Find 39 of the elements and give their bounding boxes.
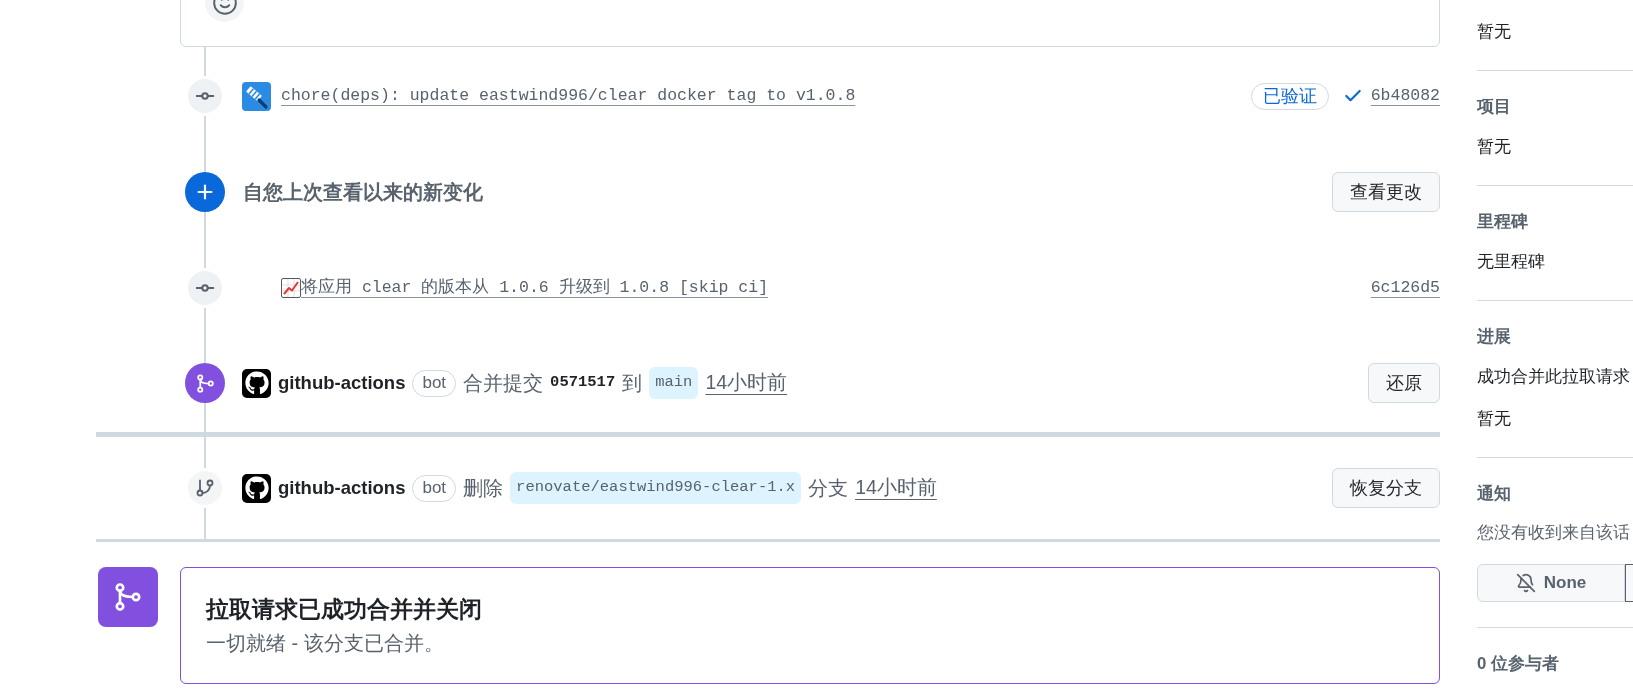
commit-sha-link[interactable]: 6b48082 (1370, 83, 1440, 109)
new-changes-heading: 自您上次查看以来的新变化 (243, 180, 483, 205)
actor-link[interactable]: github-actions (278, 369, 406, 397)
branch-suffix-text: 分支 (808, 476, 849, 501)
branch-name-link[interactable]: main (649, 367, 699, 399)
restore-branch-button[interactable]: 恢复分支 (1332, 468, 1440, 508)
notification-description: 您没有收到来自该话 (1477, 522, 1631, 544)
sidebar-value: 暂无 (1477, 136, 1512, 158)
sidebar-heading: 进展 (1477, 326, 1512, 348)
timestamp-link[interactable]: 14小时前 (705, 368, 788, 398)
branch-name-link[interactable]: renovate/eastwind996-clear-1.x (510, 472, 802, 504)
merge-status-description: 一切就绪 - 该分支已合并。 (206, 631, 445, 656)
sidebar-value: 暂无 (1477, 21, 1512, 43)
notification-menu-button[interactable] (1625, 564, 1633, 602)
actor-link[interactable]: github-actions (278, 474, 406, 502)
sidebar-heading: 通知 (1477, 483, 1512, 505)
connector-text: 到 (622, 371, 643, 396)
plus-icon (185, 172, 225, 212)
sidebar-heading: 项目 (1477, 96, 1512, 118)
bell-slash-icon (1515, 573, 1536, 593)
merge-icon (185, 363, 225, 403)
commit-message-link[interactable]: chore(deps): update eastwind996/clear docker tag to v1.0.8 (281, 83, 856, 109)
view-changes-button[interactable]: 查看更改 (1332, 172, 1440, 212)
event-action-text: 合并提交 (463, 371, 544, 396)
merge-status-title: 拉取请求已成功合并并关闭 (206, 595, 483, 624)
notification-setting-button[interactable]: None (1477, 564, 1625, 602)
sidebar-heading: 0 位参与者 (1477, 653, 1560, 675)
timestamp-link[interactable]: 14小时前 (855, 473, 937, 503)
sidebar-heading: 里程碑 (1477, 211, 1529, 233)
sidebar-value: 无里程碑 (1477, 251, 1546, 273)
sidebar-value: 成功合并此拉取请求 (1477, 366, 1631, 388)
cat-avatar-icon (242, 473, 271, 503)
revert-button[interactable]: 还原 (1368, 363, 1440, 403)
commit-message-link[interactable]: 将应用 clear 的版本从 1.0.6 升级到 1.0.8 [skip ci] (281, 275, 769, 301)
commit-sha-link[interactable]: 6c126d5 (1370, 275, 1440, 301)
cat-avatar-icon (242, 368, 271, 398)
sidebar-value: 暂无 (1477, 408, 1512, 430)
commit-sha-link[interactable]: 0571517 (550, 371, 616, 395)
event-action-text: 删除 (463, 476, 504, 501)
